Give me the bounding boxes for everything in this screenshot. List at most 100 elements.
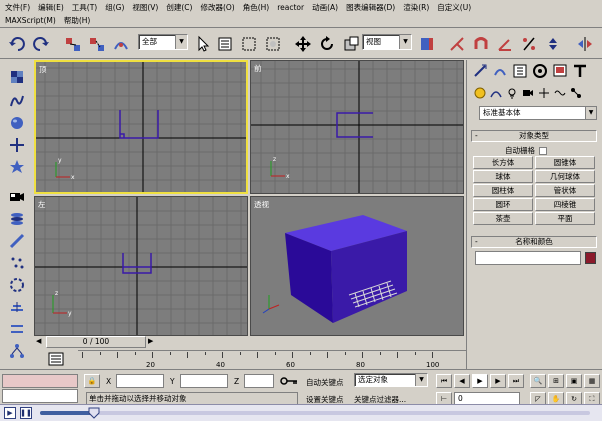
redo-icon[interactable] bbox=[30, 33, 52, 55]
spinner-snap-icon[interactable] bbox=[542, 33, 564, 55]
menu-item-8[interactable]: reactor bbox=[274, 1, 307, 14]
x-coord-field[interactable] bbox=[116, 374, 164, 388]
create-bone-icon[interactable] bbox=[6, 230, 28, 252]
z-coord-field[interactable] bbox=[244, 374, 274, 388]
menu-item-11[interactable]: 渲染(R) bbox=[400, 1, 432, 14]
snap-toggle-icon[interactable] bbox=[470, 33, 492, 55]
player-progress-track[interactable] bbox=[40, 407, 590, 419]
object-button-8[interactable]: 茶壶 bbox=[473, 212, 533, 225]
menu-item-4[interactable]: 视图(V) bbox=[129, 1, 161, 14]
track-bar[interactable]: 20 40 60 80 100 bbox=[78, 350, 466, 369]
create-lights-icon[interactable] bbox=[6, 156, 28, 178]
display-tab-icon[interactable] bbox=[551, 62, 569, 80]
object-button-5[interactable]: 管状体 bbox=[535, 184, 595, 197]
object-button-9[interactable]: 平面 bbox=[535, 212, 595, 225]
viewport-left[interactable]: zy 左 bbox=[34, 196, 248, 336]
zoom-extents-icon[interactable]: ▣ bbox=[566, 374, 582, 388]
menu-item-1[interactable]: 编辑(E) bbox=[35, 1, 67, 14]
select-by-name-icon[interactable] bbox=[214, 33, 236, 55]
modify-tab-icon[interactable] bbox=[491, 62, 509, 80]
lock-selection-icon[interactable]: 🔒 bbox=[84, 374, 100, 388]
create-reactor-icon[interactable] bbox=[6, 318, 28, 340]
percent-snap-icon[interactable] bbox=[518, 33, 540, 55]
object-button-3[interactable]: 几何球体 bbox=[535, 170, 595, 183]
autogrid-checkbox[interactable]: 自动栅格 bbox=[505, 145, 547, 156]
object-color-swatch[interactable] bbox=[585, 252, 596, 264]
object-button-1[interactable]: 圆锥体 bbox=[535, 156, 595, 169]
viewport-label-top[interactable]: 顶 bbox=[39, 64, 47, 75]
prev-frame-button-icon[interactable]: ◀ bbox=[454, 374, 470, 388]
auto-key-button[interactable]: 自动关键点 bbox=[306, 377, 344, 388]
menu-item-3[interactable]: 组(G) bbox=[102, 1, 127, 14]
play-icon[interactable]: ▶ bbox=[472, 374, 488, 388]
create-camera-icon[interactable] bbox=[6, 186, 28, 208]
viewport-top[interactable]: yx 顶 bbox=[34, 60, 248, 194]
menu-item-2-0[interactable]: MAXScript(M) bbox=[2, 14, 59, 27]
viewport-label-front[interactable]: 前 bbox=[254, 63, 262, 74]
bind-space-warp-icon[interactable] bbox=[110, 33, 132, 55]
menu-item-2[interactable]: 工具(T) bbox=[69, 1, 100, 14]
autogrid-box[interactable] bbox=[539, 146, 547, 155]
pivot-center-icon[interactable] bbox=[416, 33, 438, 55]
menu-item-6[interactable]: 修改器(O) bbox=[197, 1, 237, 14]
player-play-icon[interactable]: ▶ bbox=[4, 407, 16, 419]
track-view-icon[interactable] bbox=[40, 351, 72, 367]
menu-item-7[interactable]: 角色(H) bbox=[240, 1, 273, 14]
zoom-all-icon[interactable]: ⊞ bbox=[548, 374, 564, 388]
name-color-rollout[interactable]: - 名称和颜色 bbox=[471, 236, 597, 248]
coord-system-dropdown[interactable]: 视图 ▼ bbox=[362, 34, 412, 50]
create-systems-icon[interactable] bbox=[6, 296, 28, 318]
create-helpers-icon[interactable] bbox=[6, 134, 28, 156]
selected-dropdown[interactable]: 选定对象 ▼ bbox=[354, 373, 428, 387]
viewport-label-perspective[interactable]: 透视 bbox=[254, 199, 269, 210]
motion-tab-icon[interactable] bbox=[531, 62, 549, 80]
viewport-perspective[interactable]: 透视 bbox=[250, 196, 464, 336]
move-icon[interactable] bbox=[292, 33, 314, 55]
scale-icon[interactable] bbox=[340, 33, 362, 55]
object-button-4[interactable]: 圆柱体 bbox=[473, 184, 533, 197]
object-name-field[interactable] bbox=[475, 251, 581, 265]
create-warp-icon[interactable] bbox=[6, 274, 28, 296]
undo-icon[interactable] bbox=[6, 33, 28, 55]
select-object-icon[interactable] bbox=[192, 33, 214, 55]
menu-item-2-1[interactable]: 帮助(H) bbox=[61, 14, 94, 27]
menu-item-5[interactable]: 创建(C) bbox=[163, 1, 195, 14]
time-slider[interactable]: 0 / 100 bbox=[46, 336, 146, 348]
create-box-icon[interactable] bbox=[6, 66, 28, 88]
utilities-tab-icon[interactable] bbox=[571, 62, 589, 80]
zoom-icon[interactable]: 🔍 bbox=[530, 374, 546, 388]
object-type-rollout[interactable]: - 对象类型 bbox=[471, 130, 597, 142]
player-pause-icon[interactable]: ❚❚ bbox=[20, 407, 32, 419]
mirror-icon[interactable] bbox=[574, 33, 596, 55]
create-particles-icon[interactable] bbox=[6, 252, 28, 274]
category-dropdown[interactable]: 标准基本体 ▼ bbox=[479, 106, 597, 120]
prev-frame-icon[interactable]: ◀ bbox=[36, 337, 41, 345]
rotate-icon[interactable] bbox=[316, 33, 338, 55]
player-progress-thumb[interactable] bbox=[88, 407, 100, 419]
next-frame-icon[interactable]: ▶ bbox=[148, 337, 153, 345]
selection-filter-dropdown[interactable]: 全部 ▼ bbox=[138, 34, 188, 50]
viewport-front[interactable]: zx 前 bbox=[250, 60, 464, 194]
unlink-icon[interactable] bbox=[86, 33, 108, 55]
rect-selection-icon[interactable] bbox=[238, 33, 260, 55]
create-shapes-icon[interactable] bbox=[6, 90, 28, 112]
hierarchy-tab-icon[interactable] bbox=[511, 62, 529, 80]
select-manipulate-icon[interactable] bbox=[446, 33, 468, 55]
systems-icon[interactable] bbox=[567, 84, 585, 102]
go-to-start-icon[interactable]: ⏮ bbox=[436, 374, 452, 388]
create-hierarchy-icon[interactable] bbox=[6, 340, 28, 362]
angle-snap-icon[interactable] bbox=[494, 33, 516, 55]
create-tab-icon[interactable] bbox=[471, 62, 489, 80]
maxscript-input-field[interactable] bbox=[2, 389, 78, 403]
zoom-extents-all-icon[interactable]: ▦ bbox=[584, 374, 600, 388]
object-button-7[interactable]: 四棱锥 bbox=[535, 198, 595, 211]
window-crossing-icon[interactable] bbox=[262, 33, 284, 55]
object-button-0[interactable]: 长方体 bbox=[473, 156, 533, 169]
menu-item-9[interactable]: 动画(A) bbox=[309, 1, 341, 14]
create-sphere-icon[interactable] bbox=[6, 112, 28, 134]
menu-item-0[interactable]: 文件(F) bbox=[2, 1, 33, 14]
menu-item-10[interactable]: 图表编辑器(D) bbox=[343, 1, 398, 14]
y-coord-field[interactable] bbox=[180, 374, 228, 388]
maxscript-listener-field[interactable] bbox=[2, 374, 78, 388]
object-button-2[interactable]: 球体 bbox=[473, 170, 533, 183]
